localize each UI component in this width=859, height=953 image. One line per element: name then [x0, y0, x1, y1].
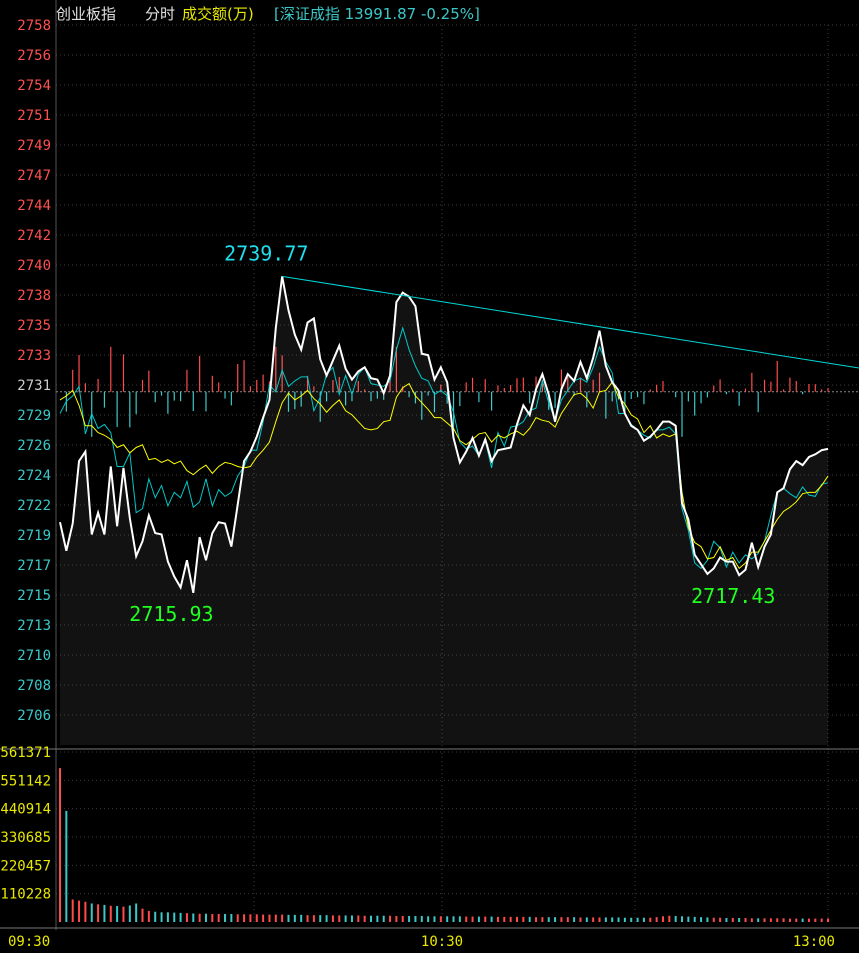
y-tick-label: 2742 — [17, 228, 51, 244]
y-tick-label: 2713 — [17, 618, 51, 634]
y-tick-label: 2731 — [17, 378, 51, 394]
y-tick-label: 2733 — [17, 348, 51, 364]
y-tick-label: 2708 — [17, 678, 51, 694]
y-tick-label: 2726 — [17, 438, 51, 454]
y-tick-label: 2758 — [17, 18, 51, 34]
y-tick-label: 2724 — [17, 468, 51, 484]
volume-tick-label: 220457 — [0, 858, 51, 874]
timeshare-chart-page: 2758 2756 2754 2751 2749 2747 2744 2742 2740 2738… — [0, 0, 859, 953]
compare-index-label: [深证成指 13991.87 -0.25%] — [274, 5, 480, 23]
volume-unit-label: 成交额(万) — [182, 5, 254, 23]
high-price-label: 2739.77 — [224, 241, 308, 265]
volume-tick-label: 561371 — [0, 745, 51, 761]
volume-tick-label: 440914 — [0, 802, 51, 818]
index-name: 创业板指 — [56, 5, 116, 23]
y-tick-label: 2710 — [17, 648, 51, 664]
volume-tick-label: 330685 — [0, 830, 51, 846]
y-tick-label: 2747 — [17, 168, 51, 184]
y-tick-label: 2735 — [17, 318, 51, 334]
low-price-label: 2715.93 — [129, 602, 213, 626]
x-tick-label: 13:00 — [793, 934, 835, 950]
y-tick-label: 2717 — [17, 558, 51, 574]
y-tick-label: 2756 — [17, 48, 51, 64]
y-tick-label: 2744 — [17, 198, 51, 214]
y-tick-label: 2749 — [17, 138, 51, 154]
y-tick-label: 2738 — [17, 288, 51, 304]
y-tick-label: 2740 — [17, 258, 51, 274]
volume-tick-label: 551142 — [0, 773, 51, 789]
y-tick-label: 2754 — [17, 78, 51, 94]
x-tick-label: 10:30 — [421, 934, 463, 950]
y-tick-label: 2722 — [17, 498, 51, 514]
volume-tick-label: 110228 — [0, 887, 51, 903]
y-tick-label: 2729 — [17, 408, 51, 424]
x-tick-label: 09:30 — [8, 934, 50, 950]
y-tick-label: 2719 — [17, 528, 51, 544]
y-tick-label: 2715 — [17, 588, 51, 604]
y-tick-label: 2706 — [17, 708, 51, 724]
second-low-price-label: 2717.43 — [691, 584, 775, 608]
intraday-chart[interactable]: 2758 2756 2754 2751 2749 2747 2744 2742 2740 2738… — [0, 0, 859, 953]
y-tick-label: 2751 — [17, 108, 51, 124]
mode-label[interactable]: 分时 — [145, 5, 175, 23]
